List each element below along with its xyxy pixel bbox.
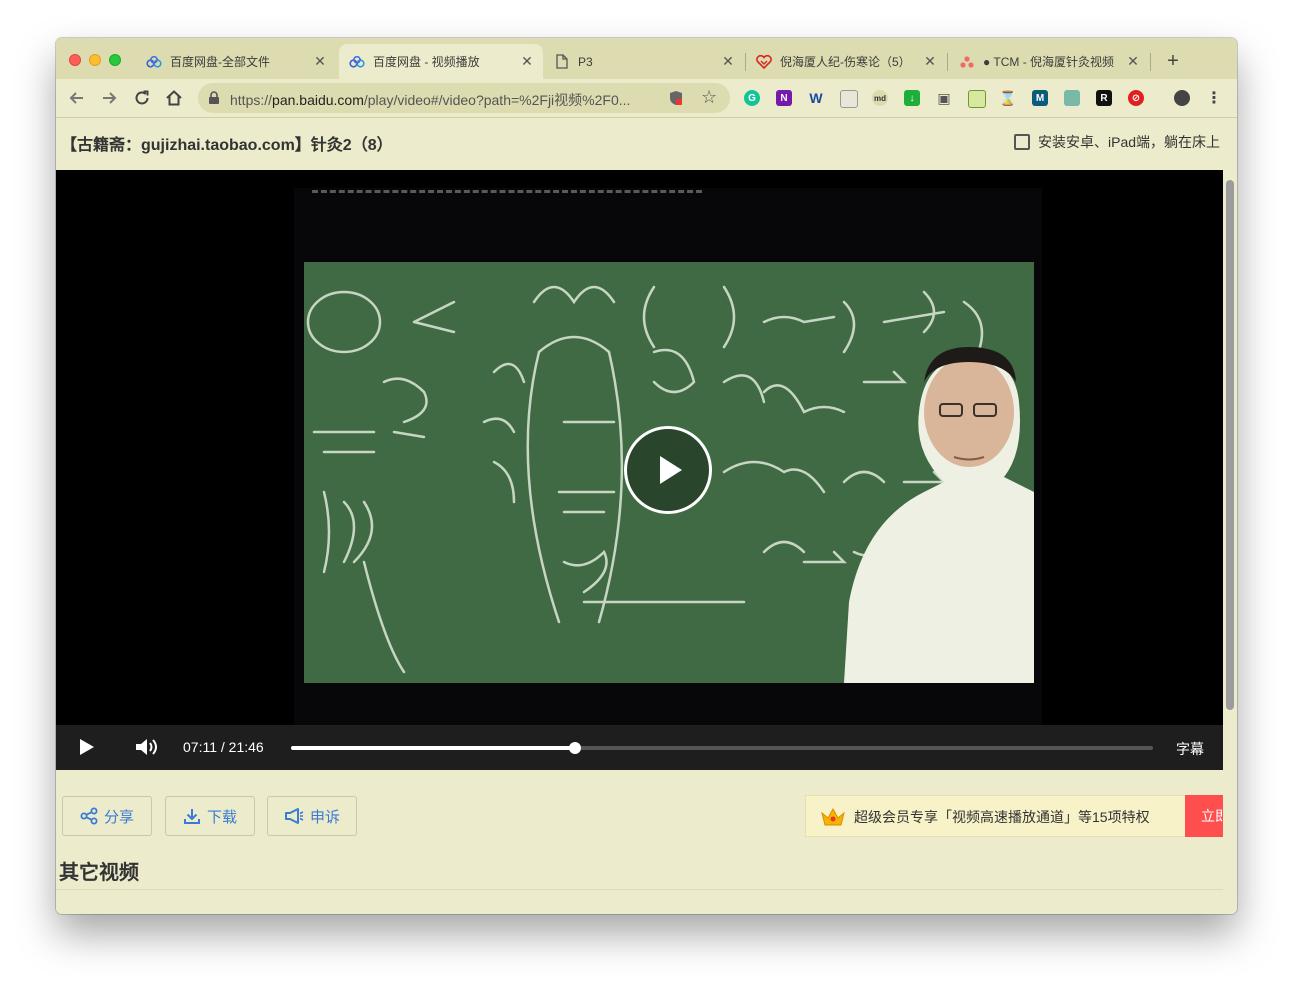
close-icon[interactable]: ✕ xyxy=(312,53,328,70)
address-bar[interactable]: https://pan.baidu.com/play/video#/video?… xyxy=(198,83,730,113)
onenote-icon[interactable]: N xyxy=(776,90,792,106)
tab-strip: 百度网盘-全部文件 ✕ 百度网盘 - 视频播放 ✕ P3 ✕ 倪海厦人纪-伤寒论… xyxy=(56,38,1237,79)
report-button[interactable]: 申诉 xyxy=(267,796,357,836)
promo-cta-button[interactable]: 立即开通 xyxy=(1185,795,1223,837)
lock-icon xyxy=(208,91,220,110)
reload-button[interactable] xyxy=(131,87,153,109)
bookmark-star-icon[interactable]: ☆ xyxy=(701,87,717,108)
home-button[interactable] xyxy=(163,87,185,109)
new-tab-button[interactable]: + xyxy=(1162,50,1184,72)
checkbox-icon[interactable] xyxy=(1014,134,1030,150)
vertical-scroll-thumb[interactable] xyxy=(1226,180,1234,710)
block-icon[interactable]: ⊘ xyxy=(1128,90,1144,106)
close-icon[interactable]: ✕ xyxy=(922,53,938,70)
play-overlay-button[interactable] xyxy=(624,426,712,514)
hourglass-icon[interactable]: ⌛ xyxy=(999,90,1016,106)
tab-video-player[interactable]: 百度网盘 - 视频播放 ✕ xyxy=(339,44,543,79)
download-icon[interactable]: ↓ xyxy=(904,90,920,106)
markdown-icon[interactable]: md xyxy=(872,90,888,106)
shield-extension-icon[interactable] xyxy=(668,90,684,111)
close-icon[interactable]: ✕ xyxy=(1125,53,1141,70)
vip-promo-banner[interactable]: 超级会员专享「视频高速播放通道」等15项特权 立即开通 xyxy=(805,795,1223,837)
page-title: 【古籍斋：gujizhai.taobao.com】针灸2（8） xyxy=(61,137,393,154)
tab-separator xyxy=(947,53,948,71)
install-label: 安装安卓、iPad端，躺在床上 xyxy=(1038,134,1221,150)
heart-logo-icon xyxy=(756,54,772,70)
back-button[interactable] xyxy=(66,87,88,109)
video-player[interactable]: 07:11 / 21:46 字幕 xyxy=(56,170,1223,770)
seek-handle[interactable] xyxy=(568,742,581,754)
play-icon xyxy=(660,456,682,484)
subtitle-button[interactable]: 字幕 xyxy=(1176,739,1204,759)
url-scheme: https:// xyxy=(230,92,273,108)
tab-netdisk-files[interactable]: 百度网盘-全部文件 ✕ xyxy=(136,44,336,79)
install-checkbox[interactable]: 安装安卓、iPad端，躺在床上 xyxy=(1014,132,1220,152)
video-edge-pattern xyxy=(312,190,702,196)
seek-bar-played xyxy=(291,746,575,750)
tab-tcm-acupuncture[interactable]: ● TCM - 倪海厦针灸视频 ✕ xyxy=(949,44,1149,79)
document-icon xyxy=(554,54,570,70)
time-separator: / xyxy=(220,739,225,755)
close-window-button[interactable] xyxy=(69,54,81,66)
notes-icon[interactable] xyxy=(840,90,858,108)
tab-p3[interactable]: P3 ✕ xyxy=(544,44,744,79)
arrow-left-icon xyxy=(69,92,83,104)
tab-title: 倪海厦人纪-伤寒论（5） xyxy=(780,55,911,69)
r-icon[interactable]: R xyxy=(1096,90,1112,106)
baidu-netdisk-icon xyxy=(349,54,365,70)
word-icon[interactable]: W xyxy=(808,90,824,106)
tab-title: P3 xyxy=(578,54,593,69)
play-icon[interactable] xyxy=(80,739,94,755)
divider xyxy=(56,889,1223,890)
close-icon[interactable]: ✕ xyxy=(720,53,736,70)
download-label: 下载 xyxy=(206,808,237,826)
player-controls: 07:11 / 21:46 字幕 xyxy=(56,725,1223,770)
close-icon[interactable]: ✕ xyxy=(519,53,535,70)
tab-title: ● TCM - 倪海厦针灸视频 xyxy=(983,55,1115,69)
time-display: 07:11 / 21:46 xyxy=(183,739,264,755)
tile-icon[interactable] xyxy=(968,90,986,108)
menu-icon[interactable]: ⋮ xyxy=(1206,90,1222,107)
url-host: pan.baidu.com xyxy=(272,92,364,108)
zoom-window-button[interactable] xyxy=(109,54,121,66)
profile-icon[interactable] xyxy=(1174,90,1190,106)
tab-title: 百度网盘 - 视频播放 xyxy=(373,55,480,69)
tab-title: 百度网盘-全部文件 xyxy=(170,55,270,69)
asana-icon xyxy=(959,54,975,70)
book-icon[interactable] xyxy=(1064,90,1080,106)
current-time: 07:11 xyxy=(183,739,217,755)
download-button[interactable]: 下载 xyxy=(165,796,255,836)
share-button[interactable]: 分享 xyxy=(62,796,152,836)
download-icon xyxy=(183,809,200,824)
forward-button[interactable] xyxy=(98,87,120,109)
baidu-netdisk-icon xyxy=(146,54,162,70)
volume-icon[interactable] xyxy=(134,736,158,763)
tab-ni-haixia-shanghan[interactable]: 倪海厦人纪-伤寒论（5） ✕ xyxy=(746,44,946,79)
grammarly-icon[interactable]: G xyxy=(744,90,760,106)
vertical-scrollbar[interactable] xyxy=(1223,118,1237,914)
report-label: 申诉 xyxy=(309,808,340,826)
reload-icon xyxy=(135,90,149,105)
url-text[interactable]: https://pan.baidu.com/play/video#/video?… xyxy=(230,90,630,110)
m-icon[interactable]: M xyxy=(1032,90,1048,106)
arrow-right-icon xyxy=(103,92,117,104)
url-path: /play/video#/video?path=%2Fji视频%2F0... xyxy=(363,92,631,108)
crown-icon xyxy=(820,805,846,832)
home-icon xyxy=(166,90,182,106)
browser-toolbar: https://pan.baidu.com/play/video#/video?… xyxy=(56,79,1237,118)
page-content: 【古籍斋：gujizhai.taobao.com】针灸2（8） 安装安卓、iPa… xyxy=(56,118,1223,914)
share-label: 分享 xyxy=(103,808,134,826)
promo-text: 超级会员专享「视频高速播放通道」等15项特权 xyxy=(854,809,1150,825)
browser-window: 百度网盘-全部文件 ✕ 百度网盘 - 视频播放 ✕ P3 ✕ 倪海厦人纪-伤寒论… xyxy=(56,38,1237,914)
share-icon xyxy=(80,807,98,825)
camera-icon[interactable]: ▣ xyxy=(936,90,952,106)
megaphone-icon xyxy=(284,808,304,824)
other-videos-heading: 其它视频 xyxy=(59,862,139,884)
tab-separator xyxy=(1150,53,1151,71)
seek-bar[interactable] xyxy=(291,742,1153,754)
duration: 21:46 xyxy=(228,739,264,755)
minimize-window-button[interactable] xyxy=(89,54,101,66)
